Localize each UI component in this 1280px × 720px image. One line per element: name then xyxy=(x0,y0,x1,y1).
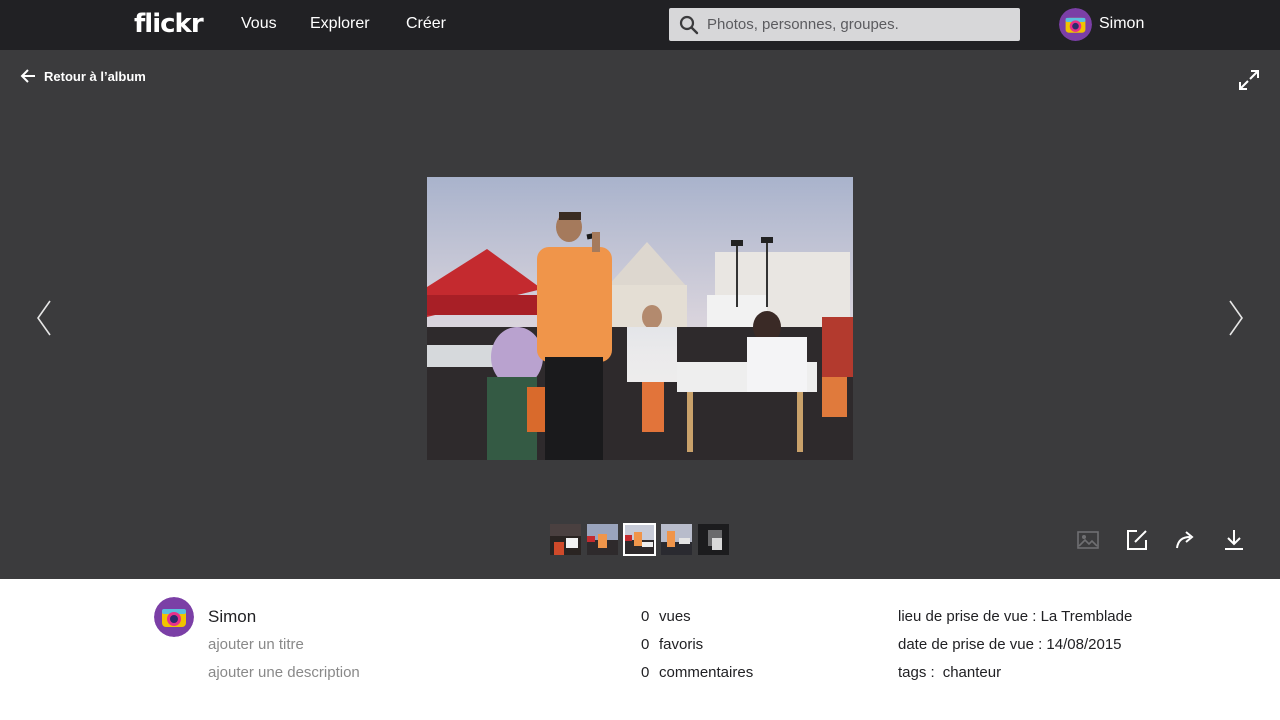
date-taken: date de prise de vue : 14/08/2015 xyxy=(898,636,1122,653)
views-stat: 0 vues xyxy=(641,608,691,625)
thumbnail-strip xyxy=(550,523,729,556)
share-icon[interactable] xyxy=(1174,528,1198,552)
download-icon[interactable] xyxy=(1222,528,1246,552)
owner-avatar[interactable] xyxy=(154,597,194,637)
favorites-label: favoris xyxy=(659,636,704,653)
next-photo-arrow-icon[interactable] xyxy=(1228,300,1244,336)
add-description-link[interactable]: ajouter une description xyxy=(208,664,360,681)
thumbnail-1[interactable] xyxy=(550,524,581,555)
tag-chanteur[interactable]: chanteur xyxy=(943,664,1001,681)
tags-label: tags : xyxy=(898,664,935,681)
thumbnail-4[interactable] xyxy=(661,524,692,555)
favorites-stat: 0 favoris xyxy=(641,636,703,653)
nav-item-vous[interactable]: Vous xyxy=(241,15,277,33)
image-icon[interactable] xyxy=(1076,528,1100,552)
location-taken: lieu de prise de vue : La Tremblade xyxy=(898,608,1133,625)
search-input[interactable] xyxy=(707,8,1012,41)
owner-name[interactable]: Simon xyxy=(208,607,256,627)
thumbnail-5[interactable] xyxy=(698,524,729,555)
thumbnail-3[interactable] xyxy=(623,523,656,556)
top-nav-bar: flickr Vous Explorer Créer Simon xyxy=(0,0,1280,50)
comments-label: commentaires xyxy=(659,664,754,681)
arrow-left-icon xyxy=(20,69,35,83)
tags-row: tags : chanteur xyxy=(898,664,1001,681)
search-icon[interactable] xyxy=(679,15,699,35)
comments-count: 0 xyxy=(641,664,650,681)
user-avatar[interactable] xyxy=(1059,8,1092,41)
back-to-album-label: Retour à l’album xyxy=(44,68,146,84)
back-to-album-link[interactable]: Retour à l’album xyxy=(20,68,146,84)
photo-viewer: Retour à l’album xyxy=(0,50,1280,579)
nav-item-explorer[interactable]: Explorer xyxy=(310,15,370,33)
photo-info-panel: Simon ajouter un titre ajouter une descr… xyxy=(0,579,1280,720)
views-count: 0 xyxy=(641,608,650,625)
add-title-link[interactable]: ajouter un titre xyxy=(208,636,304,653)
favorites-count: 0 xyxy=(641,636,650,653)
previous-photo-arrow-icon[interactable] xyxy=(36,300,52,336)
user-name[interactable]: Simon xyxy=(1099,15,1144,33)
edit-icon[interactable] xyxy=(1125,528,1149,552)
thumbnail-2[interactable] xyxy=(587,524,618,555)
flickr-logo[interactable]: flickr xyxy=(134,9,204,39)
main-photo[interactable] xyxy=(427,177,853,460)
nav-item-creer[interactable]: Créer xyxy=(406,15,446,33)
search-box xyxy=(669,8,1020,41)
views-label: vues xyxy=(659,608,691,625)
fullscreen-icon[interactable] xyxy=(1238,69,1260,91)
comments-stat: 0 commentaires xyxy=(641,664,753,681)
